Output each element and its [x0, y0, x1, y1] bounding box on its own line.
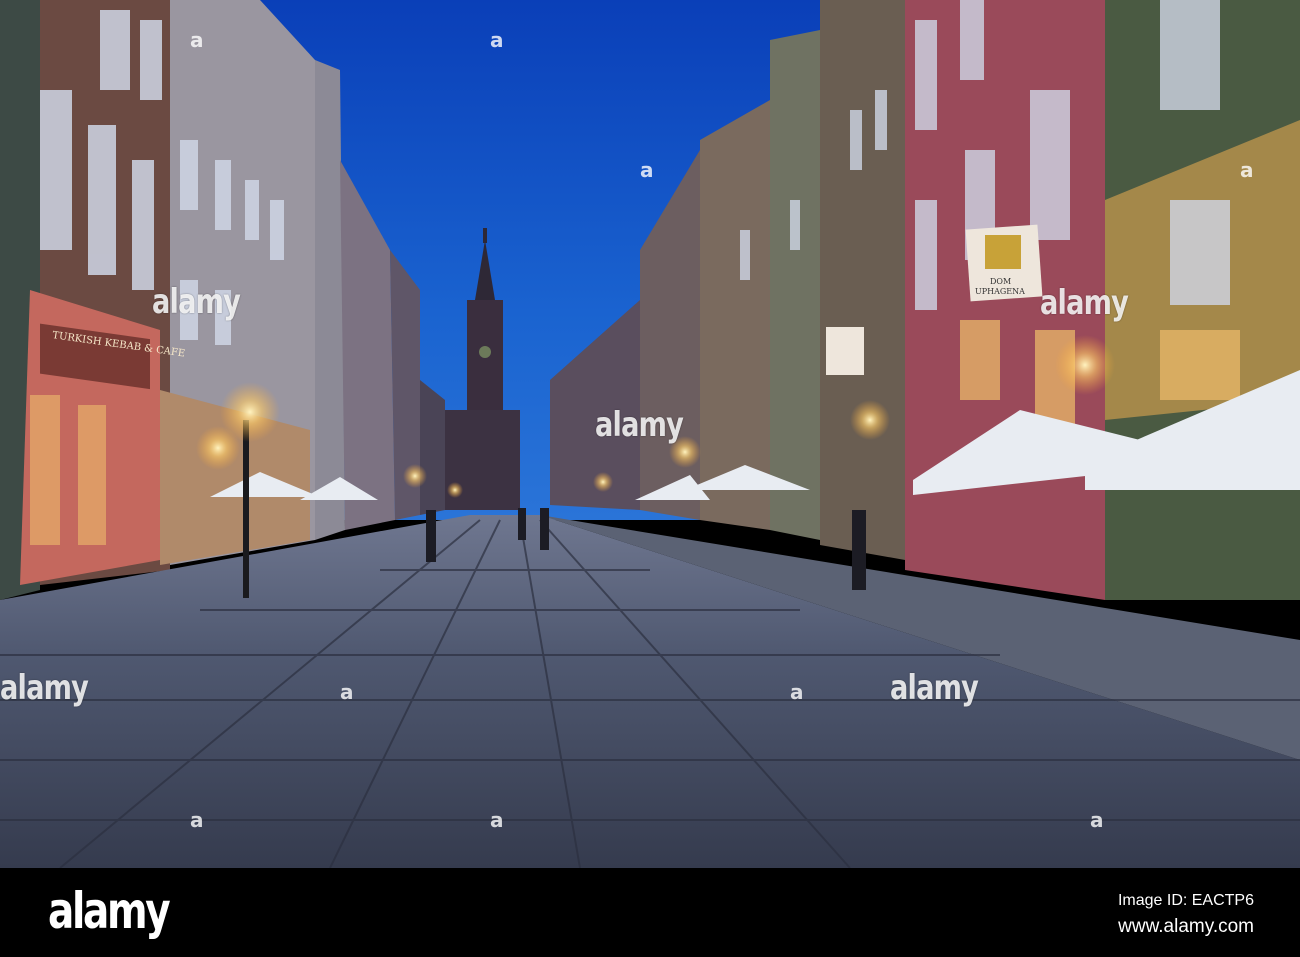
watermark-letter: a: [490, 28, 504, 52]
watermark-letter: a: [640, 158, 654, 182]
svg-text:UPHAGENA: UPHAGENA: [975, 287, 1025, 296]
watermark-letter: a: [190, 28, 204, 52]
stock-photo-page: TURKISH KEBAB & CAFE DOM UPHAGENA alamy …: [0, 0, 1300, 957]
footer-bar: alamy Image ID: EACTP6 www.alamy.com: [0, 868, 1300, 957]
svg-text:DOM: DOM: [990, 277, 1011, 286]
watermark-letter: a: [790, 680, 804, 704]
watermark-letter: a: [340, 680, 354, 704]
watermark: alamy: [595, 405, 684, 445]
website-link[interactable]: www.alamy.com: [1118, 916, 1254, 938]
watermark: alamy: [152, 282, 241, 322]
image-id: Image ID: EACTP6: [1117, 892, 1254, 909]
watermark-letter: a: [190, 808, 204, 832]
watermark: alamy: [890, 668, 979, 708]
watermark-letter: a: [1240, 158, 1254, 182]
watermark-letter: a: [490, 808, 504, 832]
watermark: alamy: [0, 668, 89, 708]
watermark: alamy: [1040, 283, 1129, 323]
alamy-logo: alamy: [48, 882, 171, 940]
watermark-letter: a: [1090, 808, 1104, 832]
